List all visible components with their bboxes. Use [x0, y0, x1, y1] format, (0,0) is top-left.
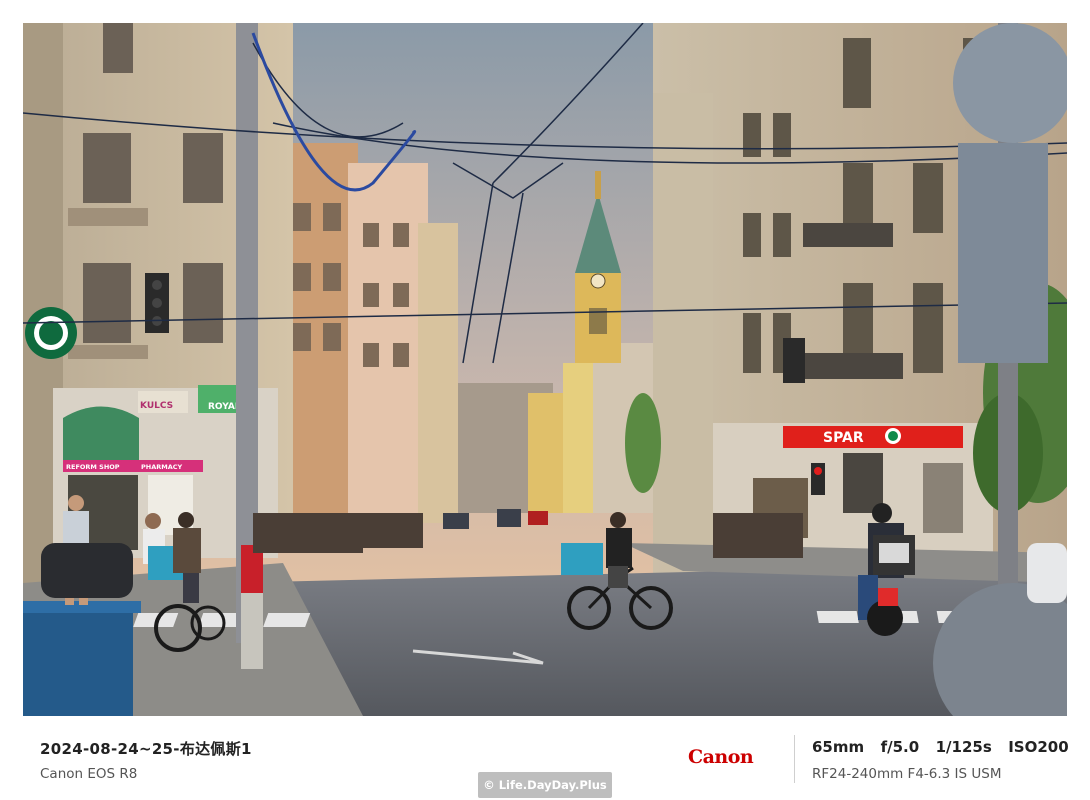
watermark: © Life.DayDay.Plus — [478, 772, 612, 798]
car-right — [1027, 543, 1067, 603]
svg-text:REFORM SHOP: REFORM SHOP — [66, 463, 120, 471]
street-photo: KULCS ROYAL REFORM SHOP PHARMACY SPAR — [23, 23, 1067, 716]
lens-model: RF24-240mm F4-6.3 IS USM — [812, 766, 1002, 782]
traffic-light-left — [145, 273, 169, 333]
spar-sign — [783, 426, 963, 448]
svg-text:ROYAL: ROYAL — [208, 402, 241, 412]
exif-settings: 65mm f/5.0 1/125s ISO200 — [812, 738, 1069, 756]
canon-logo: Canon — [688, 746, 754, 768]
photo-title: 2024-08-24~25-布达佩斯1 — [40, 740, 252, 758]
svg-text:PHARMACY: PHARMACY — [141, 463, 183, 471]
camera-model: Canon EOS R8 — [40, 766, 138, 782]
divider — [794, 735, 795, 783]
trash-bin — [23, 605, 133, 716]
car-left — [41, 543, 133, 598]
svg-text:SPAR: SPAR — [823, 430, 864, 446]
svg-text:KULCS: KULCS — [140, 401, 173, 411]
